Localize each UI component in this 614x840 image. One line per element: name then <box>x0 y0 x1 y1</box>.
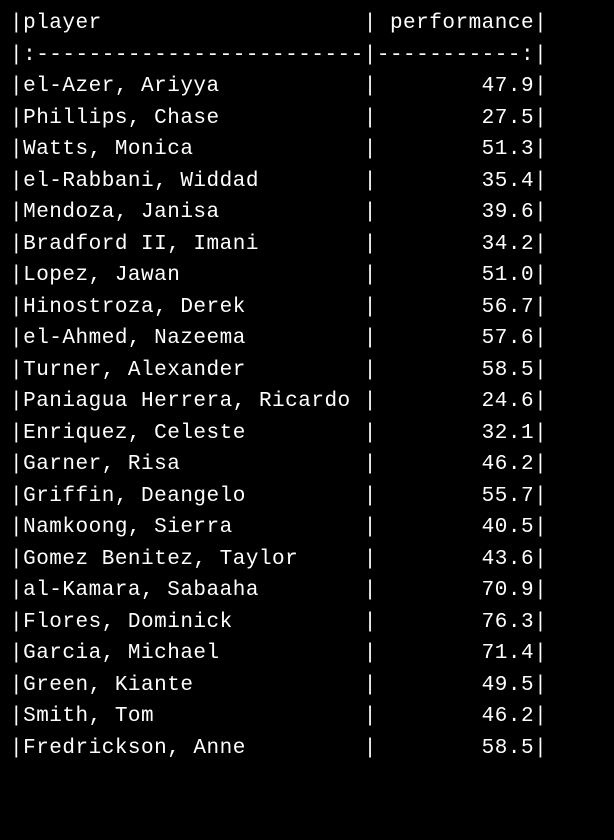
table-container: |player | performance| |:---------------… <box>0 0 614 772</box>
table-body: |el-Azer, Ariyya | 47.9| |Phillips, Chas… <box>10 75 547 760</box>
table-align-line: |:-------------------------|-----------:… <box>10 44 547 67</box>
table-header-line: |player | performance| <box>10 12 547 35</box>
